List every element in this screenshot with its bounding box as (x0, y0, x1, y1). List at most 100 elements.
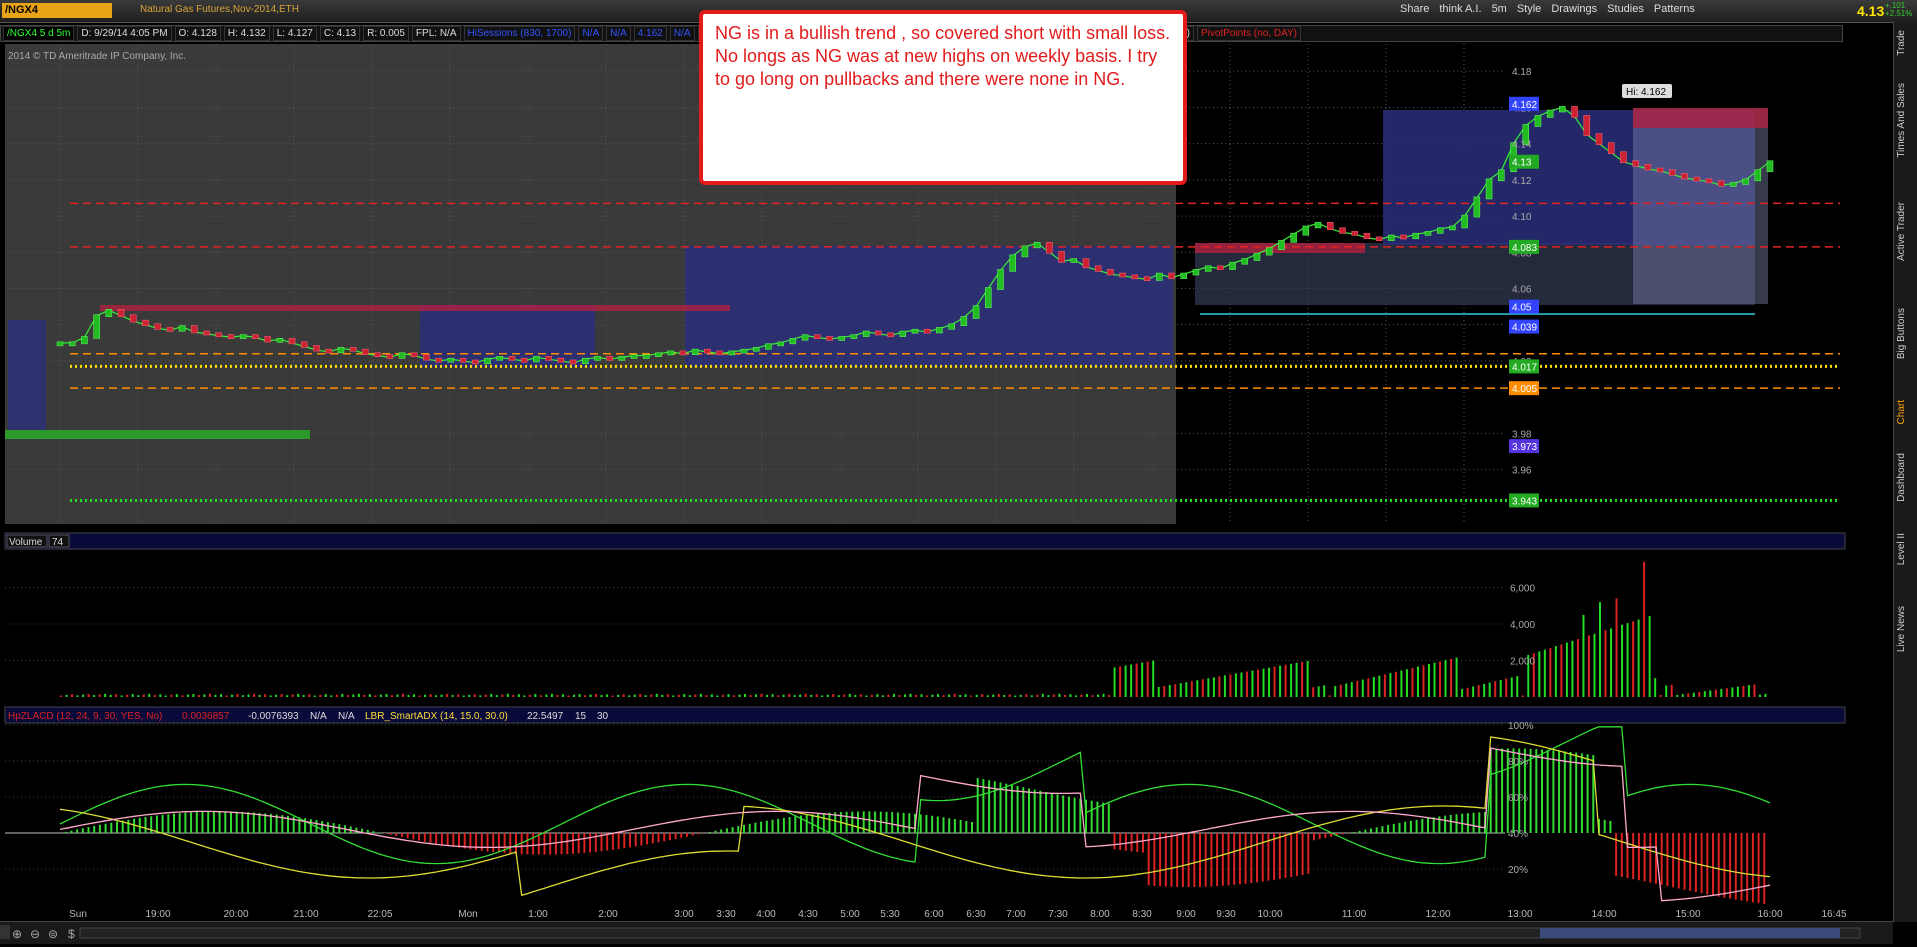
volume-bar (1405, 669, 1408, 697)
side-tab-level-ii[interactable]: Level II (1896, 533, 1916, 565)
volume-bar (203, 694, 206, 697)
side-tab-chart[interactable]: Chart (1896, 400, 1916, 424)
volume-bar (1036, 694, 1039, 697)
price-candle (374, 352, 381, 357)
price-candle (655, 352, 662, 357)
volume-bar (815, 694, 818, 697)
volume-bar (1477, 685, 1480, 697)
volume-bar (1141, 662, 1144, 697)
volume-bar (1472, 686, 1475, 697)
price-candle (1119, 272, 1126, 278)
x-tick-label: 8:30 (1132, 909, 1152, 920)
volume-bar (1692, 692, 1695, 697)
price-candle (68, 341, 76, 347)
macd-value2: -0.0076393 (248, 711, 299, 722)
price-candle (1620, 151, 1627, 163)
volume-bar (584, 695, 587, 697)
volume-bar (528, 694, 531, 697)
volume-bar (1538, 651, 1541, 697)
price-candle (117, 309, 125, 317)
price-candle (1436, 227, 1444, 234)
volume-bar (793, 695, 796, 697)
annotation-note: NG is in a bullish trend , so covered sh… (699, 10, 1187, 185)
volume-bar (622, 694, 625, 697)
volume-bar (324, 694, 327, 697)
volume-bar (490, 693, 493, 697)
price-candle (435, 357, 442, 363)
volume-bar (1676, 694, 1679, 697)
price-candle (423, 354, 430, 361)
price-candle (1265, 247, 1273, 256)
volume-bar (208, 693, 211, 697)
volume-bar (595, 693, 598, 697)
price-candle (1033, 241, 1041, 249)
reset-icon[interactable]: ⊜ (48, 927, 58, 941)
scroll-thumb[interactable] (1540, 928, 1840, 938)
side-tab-live-news[interactable]: Live News (1896, 606, 1916, 652)
volume-bar (600, 695, 603, 697)
dollar-icon[interactable]: $ (68, 927, 75, 941)
side-tab-big-buttons[interactable]: Big Buttons (1896, 308, 1916, 359)
volume-bar (1389, 673, 1392, 697)
volume-bar (1367, 678, 1370, 697)
zoom-icon[interactable]: ⊕ (12, 927, 22, 941)
price-marker-label: 3.943 (1512, 496, 1537, 507)
price-candle (997, 269, 1004, 290)
volume-bar (523, 695, 526, 697)
volume-bar (1124, 665, 1127, 697)
volume-bar (1257, 669, 1259, 697)
price-candle (447, 357, 455, 363)
volume-bar (749, 695, 752, 697)
volume-bar (1560, 644, 1563, 697)
volume-bar (677, 694, 680, 697)
scroll-left-button[interactable] (0, 925, 10, 939)
volume-bar (1328, 695, 1331, 697)
side-tab-dashboard[interactable]: Dashboard (1896, 453, 1916, 502)
volume-bar (782, 694, 785, 697)
price-candle (1192, 269, 1200, 276)
chart-scrollbar[interactable]: ⊕ ⊖ ⊜ $ (0, 921, 1893, 944)
volume-bar (1753, 684, 1756, 697)
volume-bar (1152, 660, 1155, 697)
volume-bar (655, 693, 658, 697)
volume-bar (385, 694, 388, 697)
volume-bar (727, 694, 730, 697)
x-tick-label: 1:00 (528, 909, 548, 920)
x-tick-label: 16:45 (1821, 909, 1846, 920)
volume-bar (1019, 694, 1022, 697)
volume-bar (915, 694, 917, 697)
volume-bar (253, 693, 256, 697)
volume-bar (611, 695, 614, 697)
volume-bar (959, 694, 962, 697)
price-marker-label: 4.162 (1512, 100, 1537, 111)
price-candle (765, 343, 772, 350)
price-candle (1534, 115, 1542, 127)
volume-bar (153, 695, 156, 697)
volume-bar (1433, 662, 1436, 697)
macd-value1: 0.0036857 (182, 711, 230, 722)
side-tab-trade[interactable]: Trade (1896, 30, 1916, 56)
price-candle (923, 328, 931, 334)
side-tab-active-trader[interactable]: Active Trader (1896, 202, 1916, 261)
volume-bar (258, 694, 261, 697)
volume-bar (1157, 687, 1160, 697)
price-candle (1400, 234, 1407, 240)
price-candle (1204, 265, 1212, 272)
price-candle (1559, 106, 1566, 113)
price-candle (1058, 251, 1065, 263)
price-candle (1595, 133, 1603, 145)
volume-bar (1086, 694, 1088, 697)
volume-bar (766, 694, 769, 697)
volume-bar (810, 694, 813, 697)
crosshair-icon[interactable]: ⊖ (30, 927, 40, 941)
price-candle (215, 332, 223, 338)
price-candle (728, 350, 736, 356)
volume-bar (892, 693, 895, 697)
volume-bar (716, 695, 719, 697)
price-candle (606, 356, 613, 361)
volume-bar (705, 695, 708, 697)
volume-bar (1610, 628, 1613, 697)
price-candle (1766, 160, 1774, 173)
adx-study-label: LBR_SmartADX (14, 15.0, 30.0) (365, 711, 508, 722)
side-tab-times-and-sales[interactable]: Times And Sales (1896, 83, 1916, 158)
